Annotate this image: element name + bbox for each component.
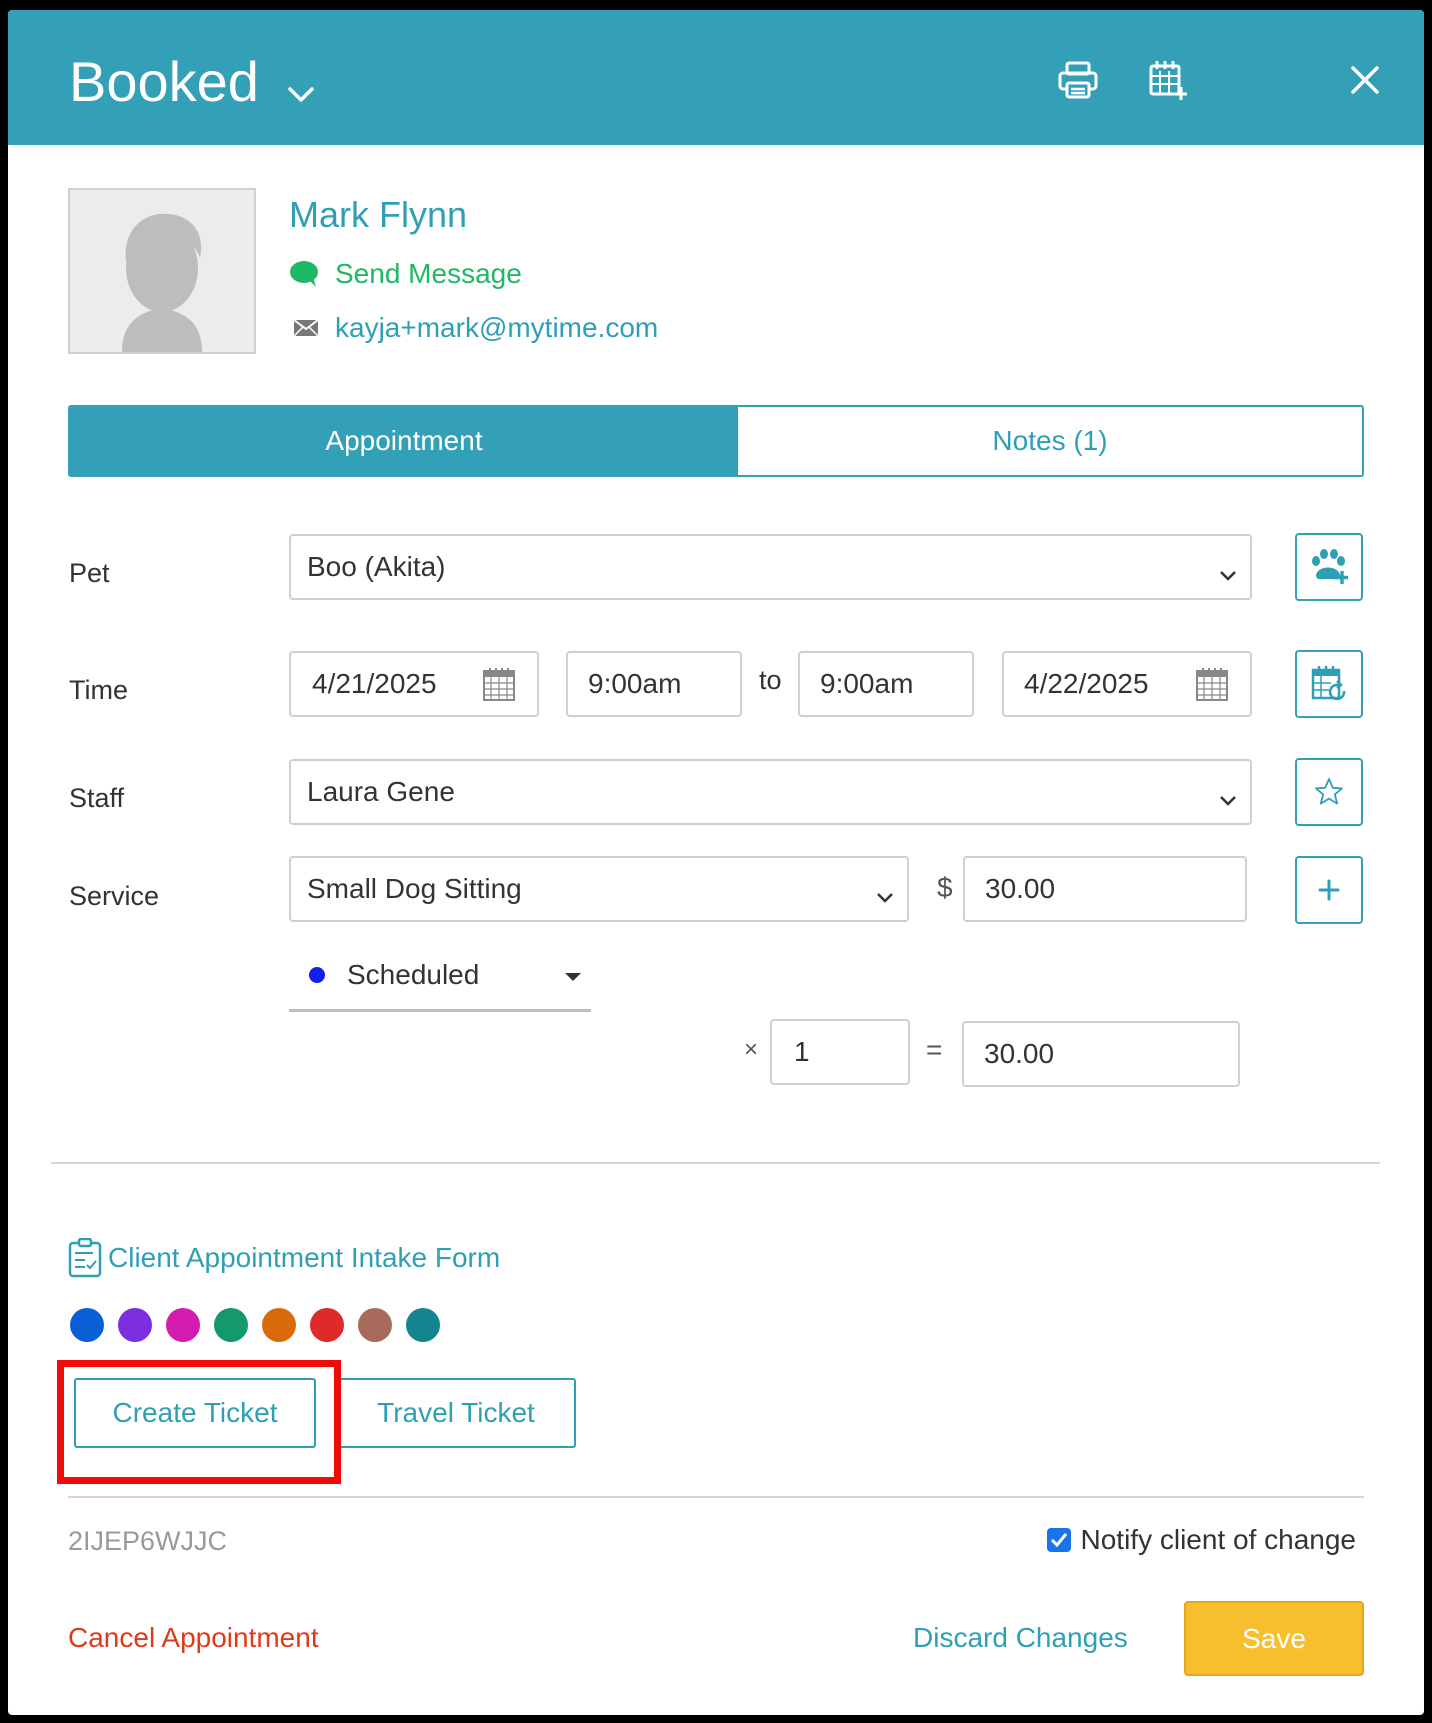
tab-appointment[interactable]: Appointment <box>70 407 738 475</box>
close-icon[interactable] <box>1343 58 1387 102</box>
start-date-value: 4/21/2025 <box>312 668 437 699</box>
start-date-input[interactable]: 4/21/2025 <box>289 651 539 717</box>
star-icon <box>1313 776 1345 808</box>
multiply-sign: × <box>744 1036 759 1063</box>
notify-client-label[interactable]: Notify client of change <box>1081 1524 1357 1556</box>
discard-changes-link[interactable]: Discard Changes <box>913 1622 1128 1654</box>
plus-icon <box>1317 878 1341 902</box>
price-value: 30.00 <box>985 873 1056 904</box>
color-swatch[interactable] <box>310 1308 344 1342</box>
service-label: Service <box>69 881 160 911</box>
section-divider <box>51 1162 1380 1164</box>
service-status-dropdown[interactable]: Scheduled <box>289 940 591 1012</box>
staff-select[interactable]: Laura Gene <box>289 759 1252 825</box>
client-email: kayja+mark@mytime.com <box>335 312 659 343</box>
calendar-icon[interactable] <box>1196 667 1228 708</box>
pet-select[interactable]: Boo (Akita) <box>289 534 1252 600</box>
equals-sign: = <box>926 1034 943 1065</box>
quantity-value: 1 <box>794 1036 810 1067</box>
service-select[interactable]: Small Dog Sitting <box>289 856 909 922</box>
envelope-icon <box>293 319 319 337</box>
end-time-value: 9:00am <box>820 668 914 699</box>
pet-value: Boo (Akita) <box>307 551 446 582</box>
end-date-value: 4/22/2025 <box>1024 668 1149 699</box>
notify-client-row: Notify client of change <box>1046 1524 1357 1556</box>
client-email-link[interactable]: kayja+mark@mytime.com <box>293 312 658 344</box>
staff-value: Laura Gene <box>307 776 455 807</box>
favorite-staff-button[interactable] <box>1295 758 1363 826</box>
travel-ticket-button[interactable]: Travel Ticket <box>336 1378 576 1448</box>
send-message-label: Send Message <box>335 258 522 289</box>
pet-label: Pet <box>69 558 110 588</box>
chat-bubble-icon <box>289 260 319 288</box>
end-date-input[interactable]: 4/22/2025 <box>1002 651 1252 717</box>
color-swatch[interactable] <box>70 1308 104 1342</box>
add-pet-button[interactable] <box>1295 533 1363 601</box>
add-service-button[interactable] <box>1295 856 1363 924</box>
paw-plus-icon <box>1308 549 1350 585</box>
client-name[interactable]: Mark Flynn <box>289 194 467 236</box>
tab-bar: Appointment Notes (1) <box>68 405 1364 477</box>
avatar <box>68 188 256 354</box>
status-dropdown[interactable]: Booked <box>69 44 315 120</box>
start-time-input[interactable]: 9:00am <box>566 651 742 717</box>
intake-form-link[interactable]: Client Appointment Intake Form <box>68 1238 500 1278</box>
service-value: Small Dog Sitting <box>307 873 522 904</box>
save-button[interactable]: Save <box>1184 1601 1364 1676</box>
color-swatch[interactable] <box>262 1308 296 1342</box>
chevron-down-icon <box>287 50 315 120</box>
color-swatch[interactable] <box>214 1308 248 1342</box>
calendar-plus-icon[interactable] <box>1146 58 1190 102</box>
recurring-calendar-button[interactable] <box>1295 650 1363 718</box>
status-title: Booked <box>69 50 259 113</box>
send-message-link[interactable]: Send Message <box>289 258 522 290</box>
caret-down-icon <box>564 972 582 982</box>
start-time-value: 9:00am <box>588 668 682 699</box>
time-label: Time <box>69 675 128 705</box>
staff-label: Staff <box>69 783 125 813</box>
total-value: 30.00 <box>984 1038 1055 1069</box>
footer-divider <box>68 1496 1364 1498</box>
chevron-down-icon <box>875 880 895 912</box>
color-swatch[interactable] <box>118 1308 152 1342</box>
color-swatch[interactable] <box>406 1308 440 1342</box>
status-dot <box>309 966 325 983</box>
notify-checkbox[interactable] <box>1046 1528 1071 1552</box>
currency-symbol: $ <box>937 872 953 903</box>
service-status-value: Scheduled <box>347 958 480 990</box>
color-swatches <box>70 1308 454 1342</box>
to-label: to <box>759 665 782 695</box>
end-time-input[interactable]: 9:00am <box>798 651 974 717</box>
quantity-input[interactable]: 1 <box>770 1019 910 1085</box>
clipboard-icon <box>68 1238 102 1278</box>
highlight-box <box>57 1360 341 1484</box>
intake-form-label: Client Appointment Intake Form <box>108 1242 501 1273</box>
color-swatch[interactable] <box>358 1308 392 1342</box>
calendar-repeat-icon <box>1311 664 1347 704</box>
printer-icon[interactable] <box>1056 58 1100 102</box>
price-input[interactable]: 30.00 <box>963 856 1247 922</box>
chevron-down-icon <box>1218 558 1238 590</box>
total-input: 30.00 <box>962 1021 1240 1087</box>
cancel-appointment-link[interactable]: Cancel Appointment <box>68 1622 319 1654</box>
color-swatch[interactable] <box>166 1308 200 1342</box>
appointment-modal: Booked Mark Flynn Send Message kayja+mar… <box>8 10 1424 1715</box>
modal-header: Booked <box>8 10 1424 145</box>
calendar-icon[interactable] <box>483 667 515 708</box>
tab-notes[interactable]: Notes (1) <box>738 407 1362 475</box>
appointment-code: 2IJEP6WJJC <box>68 1526 228 1556</box>
chevron-down-icon <box>1218 783 1238 815</box>
